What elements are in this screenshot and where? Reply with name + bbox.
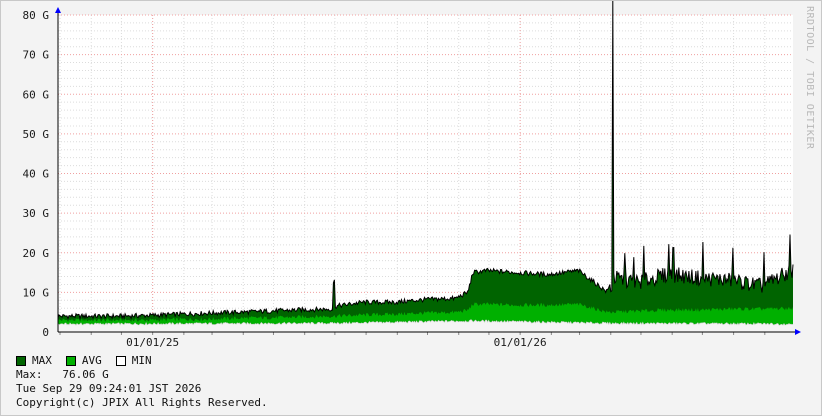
legend: MAX AVG MIN Max: 76.06 G Tue Sep 29 09:2… [16, 353, 268, 410]
y-tick-label: 0 [42, 326, 49, 339]
rrdtool-watermark: RRDTOOL / TOBI OETIKER [804, 6, 815, 150]
legend-swatch-max [16, 355, 26, 366]
y-axis-arrow [55, 7, 61, 13]
y-tick-label: 60 G [23, 88, 50, 101]
x-tick-label: 01/01/26 [494, 336, 547, 349]
legend-item-min: MIN [115, 353, 152, 368]
y-tick-label: 40 G [23, 168, 50, 181]
x-tick-label: 01/01/25 [126, 336, 179, 349]
y-tick-label: 50 G [23, 128, 50, 141]
legend-items: MAX AVG MIN [16, 353, 268, 368]
legend-swatch-avg [65, 355, 76, 366]
legend-item-avg: AVG [65, 353, 102, 368]
y-tick-label: 10 G [23, 286, 50, 299]
x-axis-arrow [795, 329, 801, 335]
copyright-line: Copyright(c) JPIX All Rights Reserved. [16, 396, 268, 409]
y-tick-label: 70 G [23, 49, 50, 62]
legend-swatch-min [115, 355, 126, 366]
y-tick-label: 30 G [23, 207, 50, 220]
y-tick-label: 80 G [23, 9, 50, 22]
graph-frame: 0 10 G 20 G 30 G 40 G 50 G 60 G 70 G 80 G 01/01/2… [0, 0, 822, 416]
y-tick-label: 20 G [23, 247, 50, 260]
legend-item-max: MAX [16, 354, 52, 368]
legend-label-max: MAX [32, 353, 52, 367]
legend-label-avg: AVG [81, 353, 102, 367]
traffic-chart: 0 10 G 20 G 30 G 40 G 50 G 60 G 70 G 80 G 01/01/2… [23, 1, 815, 349]
timestamp-line: Tue Sep 29 09:24:01 JST 2026 [16, 382, 202, 395]
max-value-line: Max: 76.06 G [16, 368, 109, 381]
legend-label-min: MIN [131, 353, 152, 367]
